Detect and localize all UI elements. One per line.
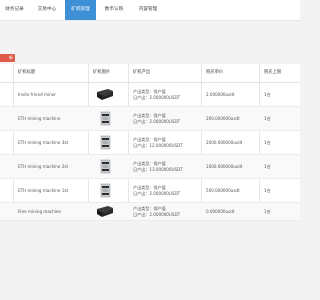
purchase-limit: 1台 — [264, 188, 271, 193]
miner-image — [95, 183, 115, 198]
header-image: 矿机图片 — [93, 70, 111, 75]
purchase-price: 500.000000usdt — [206, 188, 240, 193]
output-type: 产出类型：保产值 — [133, 137, 166, 142]
purchase-limit: 1台 — [264, 209, 271, 214]
table-row[interactable]: Free mining machine 产出类型：保产值 日产出：2.00000… — [0, 203, 300, 221]
miner-image — [95, 135, 115, 150]
table-row[interactable]: ETH mining machine 产出类型：保产值 日产出：2.000000… — [0, 107, 300, 131]
table-row[interactable]: ETH mining machine 2st 产出类型：保产值 日产出：13.0… — [0, 155, 300, 179]
miner-title: Invite friend miner — [18, 92, 56, 97]
tab-content-management[interactable]: 内容管理 — [132, 0, 164, 20]
tab-finance-records[interactable]: 财务记录 — [0, 0, 29, 20]
daily-output: 日产出：2.000000USDT — [133, 119, 181, 124]
output-type: 产出类型：保产值 — [133, 113, 166, 118]
purchase-limit: 1台 — [264, 140, 271, 145]
miner-title: ETH mining machine 3st — [18, 140, 69, 145]
daily-output: 日产出：2.000000USDT — [133, 212, 181, 217]
table-row[interactable]: Invite friend miner 产出类型：保产值 日产出：2.00000… — [0, 83, 300, 107]
purchase-limit: 1台 — [264, 116, 271, 121]
purchase-limit: 1台 — [264, 92, 271, 97]
daily-output: 日产出：2.000000USDT — [133, 191, 181, 196]
table-row[interactable]: ETH mining machine 3st 产出类型：保产值 日产出：12.0… — [0, 131, 300, 155]
miner-image — [95, 159, 115, 174]
output-type: 产出类型：保产值 — [133, 206, 166, 211]
tab-trade-center[interactable]: 交易中心 — [31, 0, 63, 20]
header-output: 矿机产出 — [133, 70, 151, 75]
tab-miner-management[interactable]: 矿机管理 — [65, 0, 96, 20]
add-miner-button[interactable]: 新 — [0, 54, 15, 62]
miner-image — [95, 111, 115, 126]
purchase-price: 2.000000usdt — [206, 92, 235, 97]
header-limit: 购买上限 — [264, 70, 282, 75]
miner-title: ETH mining machine 1st — [18, 188, 69, 193]
daily-output: 日产出：12.000000USDT — [133, 143, 183, 148]
miner-title: Free mining machine — [18, 209, 61, 214]
output-type: 产出类型：保产值 — [133, 89, 166, 94]
miner-image — [95, 204, 115, 219]
miner-title: ETH mining machine 2st — [18, 164, 69, 169]
daily-output: 日产出：2.000000USDT — [133, 95, 181, 100]
miner-title: ETH mining machine — [18, 116, 61, 121]
output-type: 产出类型：保产值 — [133, 161, 166, 166]
daily-output: 日产出：13.000000USDT — [133, 167, 183, 172]
miner-image — [95, 87, 115, 102]
purchase-limit: 1台 — [264, 164, 271, 169]
header-price: 购买单价 — [206, 70, 224, 75]
purchase-price: 1000.000000usdt — [206, 164, 243, 169]
tab-coin-subscription[interactable]: 数币认购 — [98, 0, 130, 20]
top-navigation: 财务记录 交易中心 矿机管理 数币认购 内容管理 — [0, 0, 300, 21]
purchase-price: 2000.000000usdt — [206, 140, 243, 145]
output-type: 产出类型：保产值 — [133, 185, 166, 190]
purchase-price: 0.000000usdt — [206, 209, 235, 214]
table-row[interactable]: ETH mining machine 1st 产出类型：保产值 日产出：2.00… — [0, 179, 300, 203]
header-title: 矿机标题 — [18, 70, 36, 75]
table-header: 矿机标题 矿机图片 矿机产出 购买单价 购买上限 — [0, 64, 300, 83]
purchase-price: 200.000000usdt — [206, 116, 240, 121]
